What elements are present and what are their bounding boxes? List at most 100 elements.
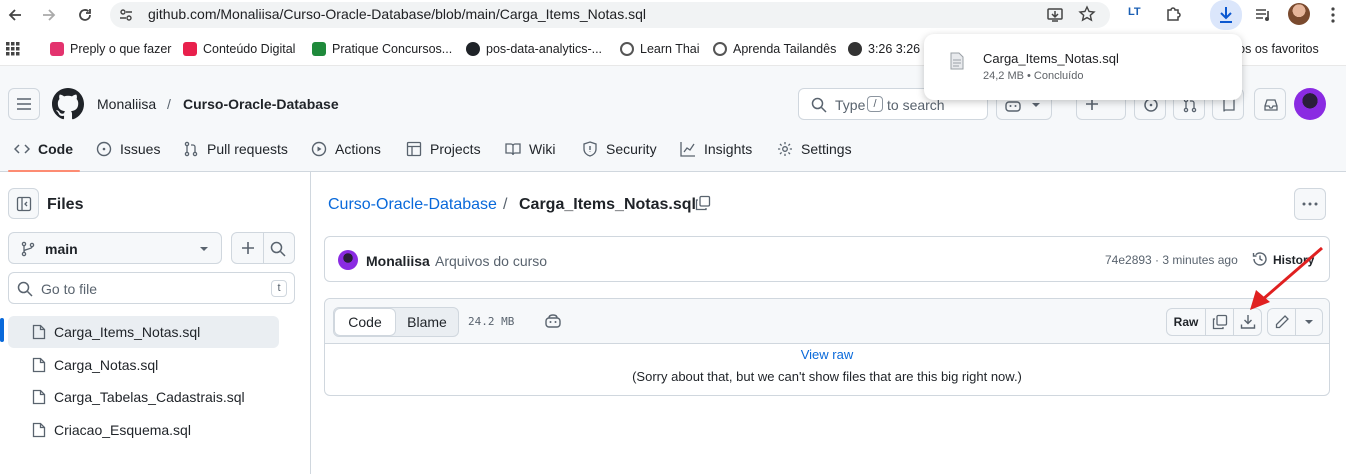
bookmark-learn-thai[interactable]: Learn Thai: [620, 42, 700, 56]
table-icon: [406, 141, 422, 157]
browser-toolbar: github.com/Monaliisa/Curso-Oracle-Databa…: [0, 0, 1346, 32]
code-icon: [14, 141, 30, 157]
file-tree-item[interactable]: Carga_Tabelas_Cadastrais.sql: [8, 381, 279, 413]
download-toolbar-button[interactable]: [1210, 0, 1242, 30]
blame-view-button[interactable]: Blame: [396, 308, 458, 336]
bookmark-label: pos-data-analytics-...: [486, 42, 603, 56]
url-text[interactable]: github.com/Monaliisa/Curso-Oracle-Databa…: [148, 6, 646, 22]
commit-author[interactable]: Monaliisa: [366, 253, 430, 269]
back-icon[interactable]: [6, 6, 24, 24]
conteudo-digital-icon: [183, 42, 197, 56]
languagetool-icon[interactable]: LT: [1128, 6, 1141, 18]
copilot-icon[interactable]: [545, 313, 561, 329]
tab-issues[interactable]: Issues: [96, 140, 160, 158]
graph-icon: [680, 141, 696, 157]
download-icon: [1217, 5, 1235, 25]
tab-label: Wiki: [529, 141, 556, 157]
reading-list-icon[interactable]: [1254, 6, 1272, 24]
branch-selector[interactable]: main: [8, 232, 222, 264]
tab-insights[interactable]: Insights: [680, 140, 752, 158]
bookmark-aprenda-tailandes[interactable]: Aprenda Tailandês: [713, 42, 836, 56]
repo-owner-link[interactable]: Monaliisa: [97, 96, 156, 112]
plus-icon: [241, 241, 255, 255]
bookmark-label: Conteúdo Digital: [203, 42, 296, 56]
go-to-file-input[interactable]: Go to file t: [8, 272, 295, 304]
download-filename[interactable]: Carga_Items_Notas.sql: [983, 51, 1119, 66]
copy-raw-button[interactable]: [1205, 308, 1234, 336]
browser-profile-avatar[interactable]: [1288, 3, 1310, 25]
bookmark-star-icon[interactable]: [1078, 5, 1096, 23]
tab-actions[interactable]: Actions: [311, 140, 381, 158]
file-tree-item[interactable]: Carga_Notas.sql: [8, 349, 279, 381]
github-icon: [466, 42, 480, 56]
bookmark-label: Pratique Concursos...: [332, 42, 453, 56]
tab-security[interactable]: Security: [582, 140, 657, 158]
search-icon: [811, 97, 827, 113]
user-avatar[interactable]: [1294, 88, 1326, 120]
tab-code[interactable]: Code: [14, 140, 73, 158]
site-info-icon[interactable]: [118, 7, 134, 23]
raw-button[interactable]: Raw: [1166, 308, 1206, 336]
download-bubble[interactable]: Carga_Items_Notas.sql 24,2 MB • Concluíd…: [924, 34, 1242, 100]
search-icon: [17, 281, 33, 297]
book-icon: [505, 141, 521, 157]
more-options-button[interactable]: [1294, 188, 1326, 220]
sidebar-title: Files: [47, 196, 84, 213]
breadcrumb-repo-link[interactable]: Curso-Oracle-Database: [328, 196, 497, 214]
tab-projects[interactable]: Projects: [406, 140, 481, 158]
hamburger-menu-button[interactable]: [8, 88, 40, 120]
add-search-group: [231, 232, 295, 264]
tab-label: Actions: [335, 141, 381, 157]
breadcrumb-separator: /: [503, 196, 508, 213]
reload-icon[interactable]: [76, 6, 94, 24]
annotation-arrow: [1250, 246, 1323, 310]
add-file-button[interactable]: [232, 233, 264, 263]
repo-name-link[interactable]: Curso-Oracle-Database: [183, 96, 339, 112]
bookmark-pos-data-analytics[interactable]: pos-data-analytics-...: [466, 42, 602, 56]
inbox-button[interactable]: [1254, 88, 1286, 120]
collapse-sidebar-button[interactable]: [8, 188, 39, 219]
bookmark-conteudo-digital[interactable]: Conteúdo Digital: [183, 42, 295, 56]
copy-path-icon[interactable]: [695, 195, 711, 211]
learn-thai-icon: [620, 42, 634, 56]
forward-icon[interactable]: [40, 6, 58, 24]
tab-settings[interactable]: Settings: [777, 140, 852, 158]
file-tree-item[interactable]: Criacao_Esquema.sql: [8, 414, 279, 446]
git-pull-request-icon: [183, 141, 199, 157]
inbox-icon: [1263, 97, 1279, 113]
tab-label: Security: [606, 141, 657, 157]
file-icon: [32, 357, 46, 373]
browser-menu-icon[interactable]: [1330, 6, 1336, 24]
tab-wiki[interactable]: Wiki: [505, 140, 555, 158]
view-raw-link[interactable]: View raw: [325, 347, 1329, 362]
commit-author-avatar[interactable]: [338, 250, 358, 270]
tab-pull-requests[interactable]: Pull requests: [183, 140, 288, 158]
file-tree-sidebar: Files main Go to file t Carga_Items_Nota…: [0, 172, 311, 474]
commit-meta[interactable]: 74e2893 · 3 minutes ago: [1105, 253, 1238, 267]
copy-icon: [1212, 314, 1228, 330]
tab-label: Code: [38, 141, 73, 157]
bookmark-preply[interactable]: Preply o que fazer: [50, 42, 171, 56]
commit-message[interactable]: Arquivos do curso: [435, 253, 547, 269]
chevron-down-icon: [199, 246, 209, 252]
bookmark-clock[interactable]: 3:26 3:26: [848, 42, 920, 56]
search-shortcut-key: /: [867, 96, 883, 112]
github-logo-icon[interactable]: [52, 88, 84, 120]
tab-label: Issues: [120, 141, 161, 157]
active-file-marker: [0, 318, 4, 342]
bookmark-label: Preply o que fazer: [70, 42, 172, 56]
file-view: Curso-Oracle-Database / Carga_Items_Nota…: [312, 172, 1346, 474]
globe-icon: [848, 42, 862, 56]
pratique-concursos-icon: [312, 42, 326, 56]
install-app-icon[interactable]: [1046, 6, 1064, 24]
file-name: Carga_Items_Notas.sql: [54, 324, 201, 340]
file-tree-item[interactable]: Carga_Items_Notas.sql: [8, 316, 279, 348]
bookmark-pratique-concursos[interactable]: Pratique Concursos...: [312, 42, 452, 56]
apps-grid-icon[interactable]: [6, 42, 20, 56]
search-files-button[interactable]: [270, 241, 286, 257]
code-view-button[interactable]: Code: [334, 308, 396, 336]
file-icon: [32, 389, 46, 405]
file-icon: [32, 324, 46, 340]
code-blame-toggle: Code Blame: [333, 307, 459, 337]
extensions-icon[interactable]: [1164, 5, 1182, 23]
